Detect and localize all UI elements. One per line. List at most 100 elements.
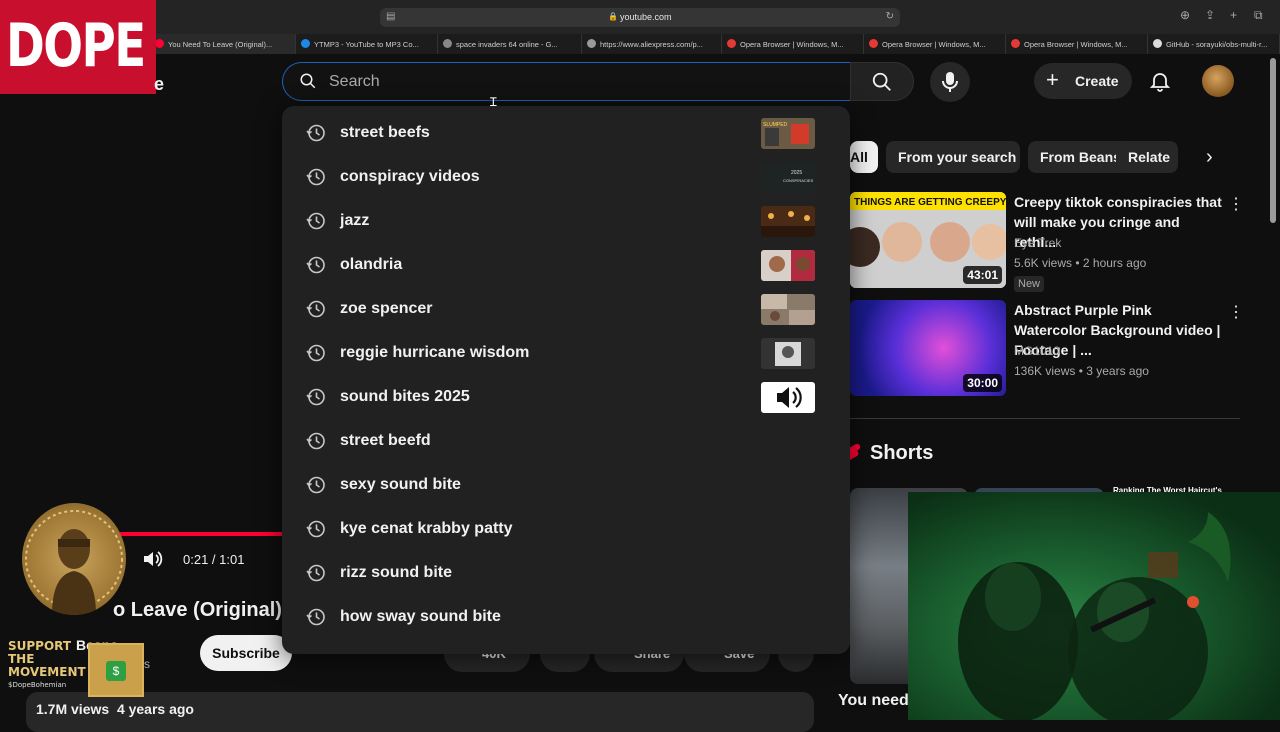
filter-chip[interactable]: All (850, 141, 878, 173)
webcam-overlay (908, 492, 1280, 720)
browser-tab[interactable]: Opera Browser | Windows, M... (1006, 34, 1148, 54)
browser-tab[interactable]: space invaders 64 online - G... (438, 34, 582, 54)
upload-age: 2 hours ago (1082, 256, 1147, 270)
youtube-logo-fragment[interactable]: e (154, 74, 164, 95)
qr-code: $ (88, 643, 144, 697)
short-caption[interactable]: You need (838, 692, 909, 710)
reader-icon[interactable]: ▤ (386, 11, 395, 22)
suggestion-thumbnail (761, 294, 815, 325)
dope-logo-text: DOPE (6, 11, 146, 81)
browser-tab[interactable]: Opera Browser | Windows, M... (722, 34, 864, 54)
more-vert-icon[interactable]: ⋮ (1228, 302, 1244, 322)
suggestion-term: conspiracy videos (340, 168, 480, 185)
favicon-icon (155, 39, 164, 48)
support-line1: SUPPORT THE (8, 639, 72, 666)
view-count: 136K views (1014, 364, 1076, 378)
cashapp-handle: $DopeBohemian (8, 681, 67, 689)
browser-tab[interactable]: You Need To Leave (Original)... (150, 34, 296, 54)
suggestion-item[interactable]: jazz (282, 200, 850, 244)
filter-chip[interactable]: From Beans (1028, 141, 1128, 173)
history-icon (306, 608, 325, 626)
video-duration: 43:01 (963, 266, 1002, 284)
video-thumbnail[interactable]: THINGS ARE GETTING CREEPY 43:01 (850, 192, 1006, 288)
search-suggestions: street beefs SLUMPED conspiracy videos 2025… (282, 106, 850, 654)
tab-overview-icon[interactable]: ⧉ (1254, 8, 1263, 23)
history-icon (306, 476, 325, 494)
suggestion-term: reggie hurricane wisdom (340, 344, 530, 361)
suggestion-item[interactable]: conspiracy videos 2025 CONSPIRACIES (282, 156, 850, 200)
channel-name[interactable]: MG1010 (1014, 344, 1060, 358)
history-icon (306, 212, 325, 230)
suggestion-term: sound bites 2025 (340, 388, 470, 405)
suggestion-thumbnail (761, 250, 815, 281)
support-badge: SUPPORT THE MOVEMENT $DopeBohemian (8, 639, 86, 690)
share-icon[interactable]: ⇪ (1205, 8, 1215, 22)
upload-age: 4 years ago (116, 701, 194, 717)
portrait-art (25, 510, 123, 615)
suggestion-thumbnail (761, 206, 815, 237)
text-cursor-icon: Ɪ (490, 95, 497, 109)
webcam-scene (908, 492, 1280, 720)
browser-tab[interactable]: YTMP3 - YouTube to MP3 Co... (296, 34, 438, 54)
suggestion-item[interactable]: sound bites 2025 (282, 376, 850, 420)
browser-toolbar: ▤ 🔒 youtube.com ↻ ⊕ ⇪ + ⧉ (0, 0, 1280, 34)
browser-tab[interactable]: Opera Browser | Windows, M... (864, 34, 1006, 54)
bell-icon[interactable] (1148, 69, 1172, 93)
favicon-icon (1011, 39, 1020, 48)
suggestion-term: sexy sound bite (340, 476, 461, 493)
suggestion-item[interactable]: reggie hurricane wisdom (282, 332, 850, 376)
filter-chip[interactable]: From your search (886, 141, 1020, 173)
download-icon[interactable]: ⊕ (1180, 8, 1190, 22)
section-divider (850, 418, 1240, 419)
suggestion-item[interactable]: street beefs SLUMPED (282, 112, 850, 156)
plus-icon: + (1046, 67, 1059, 92)
cashapp-icon: $ (106, 661, 126, 681)
search-box[interactable] (282, 62, 850, 101)
suggestion-item[interactable]: how sway sound bite (282, 596, 850, 640)
suggestion-term: street beefs (340, 124, 430, 141)
reload-icon[interactable]: ↻ (886, 11, 894, 22)
volume-icon[interactable] (142, 549, 164, 569)
browser-tab[interactable]: https://www.aliexpress.com/p... (582, 34, 722, 54)
svg-text:THINGS ARE GETTING CREEPY: THINGS ARE GETTING CREEPY (854, 197, 1006, 208)
suggestion-term: jazz (340, 212, 370, 229)
mic-icon (942, 72, 958, 92)
suggestion-item[interactable]: rizz sound bite (282, 552, 850, 596)
more-vert-icon[interactable]: ⋮ (1228, 194, 1244, 214)
search-button[interactable] (850, 62, 914, 101)
lock-icon: 🔒 (608, 12, 618, 21)
search-input[interactable] (329, 70, 829, 94)
chevron-right-icon[interactable]: › (1206, 146, 1226, 168)
suggestion-item[interactable]: sexy sound bite (282, 464, 850, 508)
suggestion-item[interactable]: street beefd (282, 420, 850, 464)
scrollbar[interactable] (1270, 58, 1276, 223)
search-icon (300, 73, 316, 89)
subscribe-button[interactable]: Subscribe (200, 635, 292, 671)
browser-tab[interactable]: GitHub - sorayuki/obs-multi-r... (1148, 34, 1280, 54)
streamer-portrait (22, 503, 126, 615)
favicon-icon (727, 39, 736, 48)
avatar[interactable] (1202, 65, 1234, 97)
suggestion-term: street beefd (340, 432, 431, 449)
video-thumbnail[interactable]: 30:00 (850, 300, 1006, 396)
suggestion-item[interactable]: zoe spencer (282, 288, 850, 332)
video-progress-bar[interactable] (120, 532, 282, 536)
video-duration: 30:00 (963, 374, 1002, 392)
address-bar[interactable]: ▤ 🔒 youtube.com ↻ (380, 8, 900, 27)
dope-logo: DOPE (0, 0, 156, 94)
channel-name[interactable]: Eye Trek (1014, 236, 1061, 250)
recommended-video[interactable]: 30:00 Abstract Purple Pink Watercolor Bac… (850, 300, 1250, 396)
history-icon (306, 520, 325, 538)
new-tab-icon[interactable]: + (1230, 8, 1237, 22)
suggestion-item[interactable]: kye cenat krabby patty (282, 508, 850, 552)
recommended-video[interactable]: THINGS ARE GETTING CREEPY 43:01 Creepy tik… (850, 192, 1250, 292)
filter-chip[interactable]: Relate (1116, 141, 1178, 173)
voice-search-button[interactable] (930, 62, 970, 102)
favicon-icon (869, 39, 878, 48)
suggestion-term: how sway sound bite (340, 608, 501, 625)
history-icon (306, 344, 325, 362)
support-line2: MOVEMENT (8, 665, 86, 679)
video-meta: 5.6K views • 2 hours ago (1014, 256, 1147, 270)
suggestion-item[interactable]: olandria (282, 244, 850, 288)
create-button[interactable]: + Create (1034, 63, 1132, 99)
